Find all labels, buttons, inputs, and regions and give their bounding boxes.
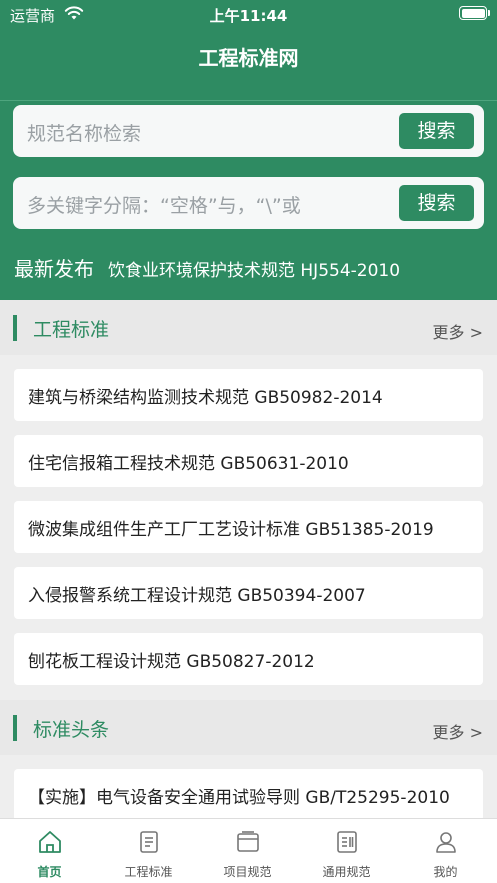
list-item-text: 建筑与桥梁结构监测技术规范 GB50982-2014 xyxy=(28,388,383,408)
tab-home[interactable]: 首页 xyxy=(0,819,99,883)
page-title: 工程标准网 xyxy=(198,46,299,70)
section-title: 标准头条 xyxy=(33,719,110,741)
list-item-text: 住宅信报箱工程技术规范 GB50631-2010 xyxy=(28,454,349,474)
home-icon xyxy=(39,831,61,853)
name-search-placeholder[interactable]: 规范名称检索 xyxy=(27,119,141,146)
list-item[interactable]: 微波集成组件生产工厂工艺设计标准 GB51385-2019 xyxy=(14,501,483,553)
list-item[interactable]: 刨花板工程设计规范 GB50827-2012 xyxy=(14,633,483,685)
header: 工程标准网 规范名称检索 搜索 多关键字分隔：“空格”与，“\”或 搜索 最新发… xyxy=(0,28,497,300)
tab-label: 工程标准 xyxy=(124,865,173,879)
header-divider xyxy=(0,100,497,101)
section-accent-bar xyxy=(13,315,17,341)
folder-icon xyxy=(237,831,259,852)
tab-general-specs[interactable]: 通用规范 xyxy=(297,819,396,883)
tab-engineering-standards[interactable]: 工程标准 xyxy=(99,819,198,883)
tab-project-specs[interactable]: 项目规范 xyxy=(198,819,297,883)
latest-release-item[interactable]: 饮食业环境保护技术规范 HJ554-2010 xyxy=(108,261,400,281)
tab-label: 我的 xyxy=(433,865,458,879)
list-item-text: 【实施】电气设备安全通用试验导则 GB/T25295-2010 xyxy=(28,788,450,808)
keyword-search-placeholder[interactable]: 多关键字分隔：“空格”与，“\”或 xyxy=(27,191,301,218)
list-item[interactable]: 住宅信报箱工程技术规范 GB50631-2010 xyxy=(14,435,483,487)
section-header-standards: 工程标准 更多 > xyxy=(0,300,497,355)
name-search-button[interactable]: 搜索 xyxy=(399,113,474,149)
tab-label: 项目规范 xyxy=(223,865,272,879)
keyword-search-field[interactable]: 多关键字分隔：“空格”与，“\”或 搜索 xyxy=(13,177,484,229)
section-header-headlines: 标准头条 更多 > xyxy=(0,700,497,755)
list-item-text: 入侵报警系统工程设计规范 GB50394-2007 xyxy=(28,586,366,606)
section-accent-bar xyxy=(13,715,17,741)
more-link[interactable]: 更多 > xyxy=(433,319,484,343)
name-search-field[interactable]: 规范名称检索 搜索 xyxy=(13,105,484,157)
section-title: 工程标准 xyxy=(33,319,110,341)
clock: 上午11:44 xyxy=(209,7,288,25)
book-icon xyxy=(337,831,357,853)
keyword-search-button[interactable]: 搜索 xyxy=(399,185,474,221)
status-bar: 运营商 上午11:44 xyxy=(0,0,497,28)
list-item[interactable]: 【实施】电气设备安全通用试验导则 GB/T25295-2010 xyxy=(14,769,483,821)
battery-tip xyxy=(488,10,490,16)
tab-label: 通用规范 xyxy=(322,865,371,879)
latest-release-label: 最新发布 xyxy=(14,257,94,281)
battery-icon xyxy=(459,6,487,20)
latest-release[interactable]: 最新发布 饮食业环境保护技术规范 HJ554-2010 xyxy=(14,253,400,282)
list-item-text: 刨花板工程设计规范 GB50827-2012 xyxy=(28,652,315,672)
more-link[interactable]: 更多 > xyxy=(433,719,484,743)
user-icon xyxy=(436,832,456,853)
list-item[interactable]: 入侵报警系统工程设计规范 GB50394-2007 xyxy=(14,567,483,619)
list-item[interactable]: 建筑与桥梁结构监测技术规范 GB50982-2014 xyxy=(14,369,483,421)
document-icon xyxy=(140,831,158,853)
tab-label: 首页 xyxy=(37,865,62,879)
tab-profile[interactable]: 我的 xyxy=(396,819,495,883)
tab-bar: 首页 工程标准 项目规范 通用规范 我的 xyxy=(0,818,497,883)
list-item-text: 微波集成组件生产工厂工艺设计标准 GB51385-2019 xyxy=(28,520,434,540)
